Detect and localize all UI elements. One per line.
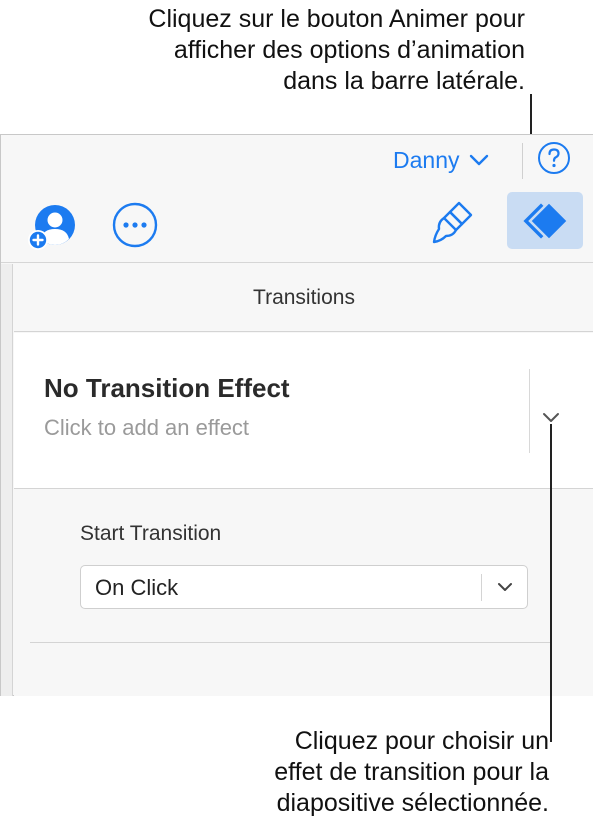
chevron-down-icon xyxy=(498,583,512,591)
tab-transitions[interactable]: Transitions xyxy=(14,286,593,310)
effect-title: No Transition Effect xyxy=(44,373,290,403)
sidebar-header: Transitions xyxy=(14,264,593,332)
toolbar: Danny xyxy=(1,135,593,263)
chevron-down-icon[interactable] xyxy=(541,411,561,425)
question-circle-icon[interactable] xyxy=(537,141,571,175)
select-divider xyxy=(481,574,482,601)
effect-callout: Cliquez pour choisir un effet de transit… xyxy=(49,726,549,819)
chevron-down-icon xyxy=(470,154,489,166)
animate-button[interactable] xyxy=(507,192,583,249)
section-divider xyxy=(30,642,550,643)
start-transition-label: Start Transition xyxy=(80,522,222,545)
effect-subtitle: Click to add an effect xyxy=(44,415,250,440)
ellipsis-circle-icon[interactable] xyxy=(111,201,159,249)
add-person-icon[interactable] xyxy=(25,201,77,253)
animate-diamond-icon xyxy=(520,200,570,242)
callout-line: afficher des options d’animation xyxy=(173,36,525,64)
start-transition-value: On Click xyxy=(95,575,179,600)
callout-line: effet de transition pour la xyxy=(274,758,549,786)
start-transition-select[interactable]: On Click xyxy=(80,565,528,609)
transition-effect-picker[interactable]: No Transition Effect Click to add an eff… xyxy=(14,333,593,489)
callout-line: diapositive sélectionnée. xyxy=(276,789,549,817)
user-menu-button[interactable]: Danny xyxy=(393,143,489,177)
callout-line: Cliquez sur le bouton Animer pour xyxy=(148,5,525,33)
effect-divider xyxy=(529,369,530,453)
animate-sidebar: Transitions No Transition Effect Click t… xyxy=(14,264,593,696)
keynote-sidebar-window: Danny Transitions No Transition Effect C… xyxy=(0,134,593,696)
toolbar-divider xyxy=(522,143,523,179)
callout-line: Cliquez pour choisir un xyxy=(294,727,549,755)
callout-leader-line xyxy=(550,424,552,742)
user-name: Danny xyxy=(393,146,460,173)
animate-callout: Cliquez sur le bouton Animer pour affich… xyxy=(5,4,525,97)
slide-navigator-edge xyxy=(1,264,13,696)
paintbrush-icon[interactable] xyxy=(431,199,475,249)
callout-line: dans la barre latérale. xyxy=(283,67,525,95)
